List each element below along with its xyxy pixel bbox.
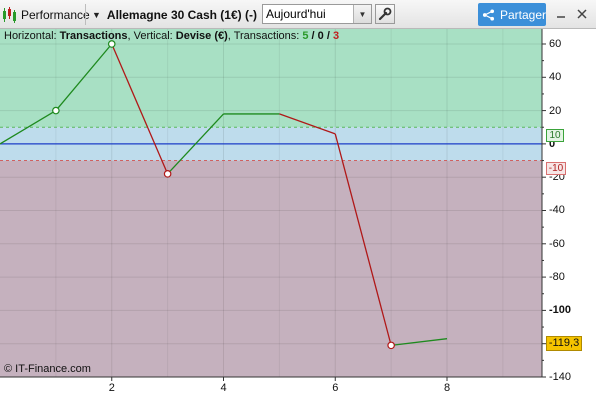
y-tick-label: -40 xyxy=(549,204,565,217)
performance-chart xyxy=(0,29,596,403)
share-icon xyxy=(482,8,495,21)
x-tick-label: 4 xyxy=(220,382,227,394)
dropdown-arrow-icon[interactable]: ▼ xyxy=(353,5,371,23)
legend-horizontal-prefix: Horizontal: xyxy=(4,30,60,42)
share-button[interactable]: Partager xyxy=(478,3,546,26)
period-value: Aujourd'hui xyxy=(266,7,326,21)
minimize-button[interactable] xyxy=(553,6,569,22)
lower-bound-label: -10 xyxy=(546,162,566,175)
y-tick-label: -80 xyxy=(549,271,565,284)
x-tick-label: 6 xyxy=(332,382,339,394)
legend-horizontal-value: Transactions xyxy=(59,30,128,42)
legend-losses: 3 xyxy=(332,30,340,42)
minimize-icon xyxy=(557,16,565,18)
instrument-label: Allemagne 30 Cash (1€) (-) xyxy=(106,8,257,22)
y-tick-label: -100 xyxy=(549,304,572,317)
legend-separator: / xyxy=(308,30,318,42)
y-tick-label: 60 xyxy=(549,37,562,50)
current-value-label: -119,3 xyxy=(546,336,582,351)
upper-bound-label: 10 xyxy=(546,129,564,142)
trade-marker xyxy=(387,341,395,350)
share-label: Partager xyxy=(499,7,546,22)
caret-down-icon: ▼ xyxy=(92,10,101,20)
instrument-selector[interactable]: ▼ Allemagne 30 Cash (1€) (-) xyxy=(92,5,257,25)
legend-vertical-prefix: , Vertical: xyxy=(127,30,176,42)
x-axis-panel xyxy=(0,377,596,403)
legend-separator: / xyxy=(323,30,333,42)
chart-legend: Horizontal: Transactions, Vertical: Devi… xyxy=(4,30,339,42)
loss-zone xyxy=(0,160,542,377)
settings-button[interactable] xyxy=(375,4,395,24)
y-tick-label: -60 xyxy=(549,237,565,250)
trade-marker xyxy=(163,170,172,178)
x-tick-label: 8 xyxy=(443,382,451,394)
copyright-notice: © IT-Finance.com xyxy=(4,363,91,375)
y-tick-label: -140 xyxy=(549,371,572,383)
legend-transactions-prefix: , Transactions: xyxy=(227,30,303,42)
trade-marker xyxy=(52,106,60,115)
legend-vertical-value: Devise (€) xyxy=(175,30,228,42)
period-select[interactable]: Aujourd'hui ▼ xyxy=(262,4,372,24)
toolbar-divider xyxy=(85,4,86,25)
close-button[interactable] xyxy=(574,6,590,22)
close-icon xyxy=(577,9,587,19)
y-tick-label: 40 xyxy=(549,71,562,84)
wrench-icon xyxy=(378,7,392,21)
performance-label: Performance xyxy=(21,8,90,22)
x-tick-label: 2 xyxy=(108,382,115,394)
toolbar: Performance ▼ Allemagne 30 Cash (1€) (-)… xyxy=(0,0,596,29)
candlestick-chart-icon xyxy=(3,7,16,23)
y-tick-label: 20 xyxy=(549,104,562,117)
performance-button[interactable]: Performance xyxy=(2,5,90,25)
